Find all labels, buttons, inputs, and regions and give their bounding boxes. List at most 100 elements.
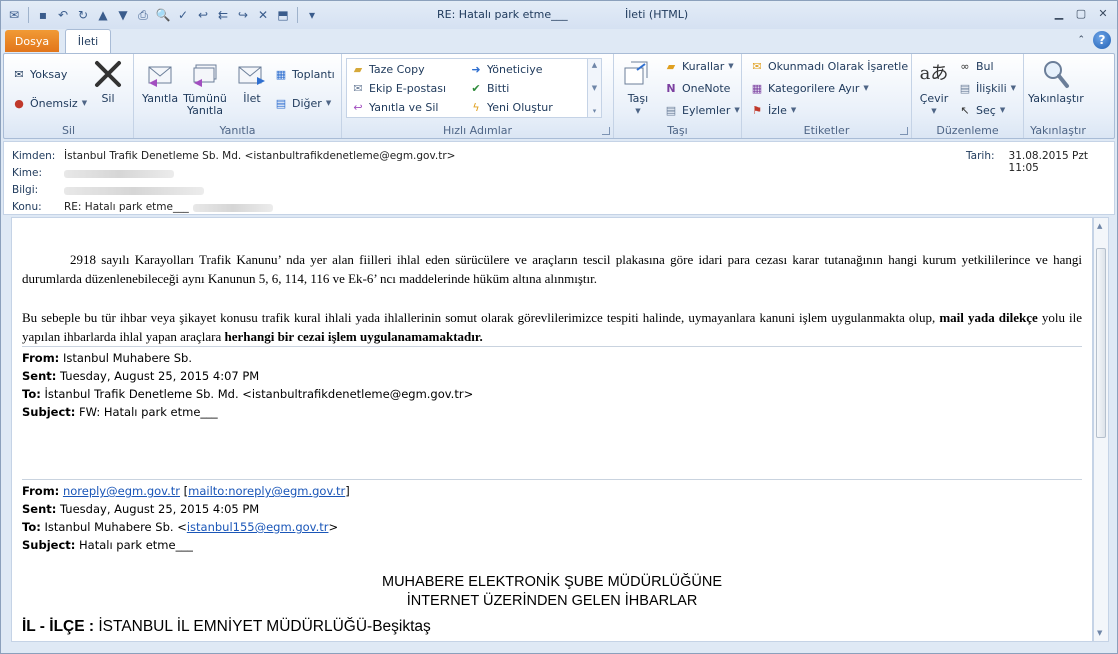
chevron-up-icon[interactable]: ▲ (592, 61, 597, 69)
move-icon[interactable]: ⬒ (274, 6, 292, 24)
quick-access-toolbar: ✉ ▪ ↶ ↻ ▲ ▼ ⎙ 🔍 ✓ ↩ ⇇ ↪ ✕ ⬒ ▾ (5, 6, 321, 24)
fw1-to: İstanbul Trafik Denetleme Sb. Md. <istan… (44, 387, 474, 401)
fw2-from-line: From: noreply@egm.gov.tr [mailto:noreply… (22, 484, 350, 498)
follow-up-button[interactable]: ⚑ İzle ▼ (750, 101, 796, 119)
fw2-mailto-link[interactable]: mailto:noreply@egm.gov.tr (188, 484, 345, 498)
chevron-up-icon[interactable]: ⌃ (1077, 35, 1085, 45)
scroll-down-icon[interactable]: ▼ (1097, 629, 1102, 637)
junk-button[interactable]: ● Önemsiz ▼ (12, 94, 87, 112)
find-button[interactable]: ∞ Bul (958, 57, 993, 75)
meeting-button[interactable]: ▦ Toplantı (274, 65, 335, 83)
forward-button[interactable]: İlet (236, 58, 268, 105)
quick-step-label: Ekip E-postası (369, 81, 447, 95)
select-button[interactable]: ↖ Seç ▼ (958, 101, 1005, 119)
spelling-icon[interactable]: ✓ (174, 6, 192, 24)
envelope-icon[interactable]: ✉ (5, 6, 23, 24)
save-icon[interactable]: ▪ (34, 6, 52, 24)
reply-label: Yanıtla (142, 92, 179, 105)
undo-icon[interactable]: ↶ (54, 6, 72, 24)
categorize-label: Kategorilere Ayır (768, 81, 860, 95)
delete-button[interactable]: Sil (92, 58, 124, 105)
help-icon[interactable]: ? (1093, 31, 1111, 49)
customize-chevron-icon[interactable]: ▾ (303, 6, 321, 24)
header-to-row: Kime: (12, 167, 174, 179)
expand-gallery-icon[interactable]: ▾ (593, 107, 597, 115)
related-button[interactable]: ▤ İlişkili ▼ (958, 79, 1016, 97)
fw-label: From: (22, 351, 60, 365)
reply-button[interactable]: Yanıtla (142, 58, 178, 105)
chevron-down-icon: ▼ (635, 107, 641, 115)
header-subject-row: Konu: RE: Hatalı park etme___ (12, 201, 273, 213)
body-bold-text: herhangi bir cezai işlem uygulanamamakta… (224, 329, 483, 344)
date-value: 31.08.2015 Pzt 11:05 (1008, 150, 1088, 174)
scroll-up-icon[interactable]: ▲ (1097, 222, 1102, 230)
previous-item-icon[interactable]: ▲ (94, 6, 112, 24)
reply-all-icon[interactable]: ⇇ (214, 6, 232, 24)
dialog-launcher-icon[interactable] (602, 127, 610, 135)
more-label: Diğer (292, 96, 322, 110)
quick-steps-scroller[interactable]: ▲ ▼ ▾ (587, 59, 601, 117)
related-icon: ▤ (959, 81, 971, 95)
tab-message[interactable]: İleti (65, 29, 111, 53)
from-value[interactable]: İstanbul Trafik Denetleme Sb. Md. <istan… (64, 150, 455, 162)
ignore-button[interactable]: ✉ Yoksay (12, 65, 67, 83)
cc-value-redacted (64, 187, 204, 195)
clipped-next-line (22, 638, 222, 641)
message-body[interactable]: 2918 sayılı Karayolları Trafik Kanunu’ n… (11, 217, 1093, 642)
flag-icon: ⚑ (752, 103, 762, 117)
quick-step-team-email[interactable]: ✉ Ekip E-postası (351, 79, 446, 97)
onenote-icon: N (666, 81, 676, 95)
quick-steps-gallery: ▰ Taze Copy ➜ Yöneticiye ✉ Ekip E-postas… (346, 58, 602, 118)
categorize-button[interactable]: ▦ Kategorilere Ayır ▼ (750, 79, 869, 97)
body-bold-text: mail yada dilekçe (939, 310, 1038, 325)
translate-button[interactable]: aあ Çevir ▼ (918, 58, 950, 117)
print-preview-icon[interactable]: 🔍 (154, 6, 172, 24)
dialog-launcher-icon[interactable] (900, 127, 908, 135)
minimize-icon[interactable]: ▁ (1051, 5, 1067, 21)
next-item-icon[interactable]: ▼ (114, 6, 132, 24)
maximize-icon[interactable]: ▢ (1073, 5, 1089, 21)
magnifier-icon (1040, 58, 1072, 90)
tabrow-controls: ⌃ ? (1077, 31, 1111, 49)
from-label: Kimden: (12, 150, 56, 162)
more-respond-button[interactable]: ▤ Diğer ▼ (274, 94, 331, 112)
cursor-icon: ↖ (960, 103, 970, 117)
forward-icon[interactable]: ↪ (234, 6, 252, 24)
group-label-zoom: Yakınlaştır (1030, 124, 1086, 137)
chevron-down-icon[interactable]: ▼ (592, 84, 597, 92)
move-button[interactable]: Taşı ▼ (622, 58, 654, 117)
quick-step-done[interactable]: ✔ Bitti (469, 79, 509, 97)
close-icon[interactable]: ✕ (1095, 5, 1111, 21)
meeting-label: Toplantı (292, 67, 335, 81)
quick-step-reply-delete[interactable]: ↩ Yanıtla ve Sil (351, 98, 438, 116)
reply-delete-icon: ↩ (353, 100, 363, 114)
delete-icon[interactable]: ✕ (254, 6, 272, 24)
group-quick-steps: ▰ Taze Copy ➜ Yöneticiye ✉ Ekip E-postas… (342, 54, 614, 138)
quick-step-taze-copy[interactable]: ▰ Taze Copy (351, 60, 425, 78)
quick-step-to-manager[interactable]: ➜ Yöneticiye (469, 60, 542, 78)
print-icon[interactable]: ⎙ (134, 6, 152, 24)
reply-all-button[interactable]: Tümünü Yanıtla (183, 58, 227, 117)
scroll-thumb[interactable] (1096, 248, 1106, 438)
mark-unread-label: Okunmadı Olarak İşaretle (768, 59, 909, 73)
rules-button[interactable]: ▰ Kurallar ▼ (664, 57, 734, 75)
mark-unread-button[interactable]: ✉ Okunmadı Olarak İşaretle (750, 57, 908, 75)
reply-icon[interactable]: ↩ (194, 6, 212, 24)
body-paragraph-1: 2918 sayılı Karayolları Trafik Kanunu’ n… (22, 252, 1082, 286)
actions-icon: ▤ (665, 103, 677, 117)
fw2-to-link[interactable]: istanbul155@egm.gov.tr (187, 520, 329, 534)
actions-button[interactable]: ▤ Eylemler ▼ (664, 101, 740, 119)
window-mode: İleti (HTML) (625, 8, 689, 21)
junk-label: Önemsiz (30, 96, 78, 110)
zoom-button[interactable]: Yakınlaştır (1028, 58, 1084, 105)
redo-icon[interactable]: ↻ (74, 6, 92, 24)
forwarded-header-2: From: noreply@egm.gov.tr [mailto:noreply… (22, 479, 1082, 554)
group-label-respond: Yanıtla (219, 124, 256, 137)
fw2-from-link[interactable]: noreply@egm.gov.tr (63, 484, 180, 498)
tab-file[interactable]: Dosya (5, 30, 59, 52)
body-text: Bu sebeple bu tür ihbar veya şikayet kon… (22, 310, 940, 325)
junk-icon: ● (14, 96, 24, 110)
body-scrollbar[interactable]: ▲ ▼ (1093, 217, 1109, 642)
quick-step-create-new[interactable]: ϟ Yeni Oluştur (469, 98, 552, 116)
onenote-button[interactable]: N OneNote (664, 79, 730, 97)
